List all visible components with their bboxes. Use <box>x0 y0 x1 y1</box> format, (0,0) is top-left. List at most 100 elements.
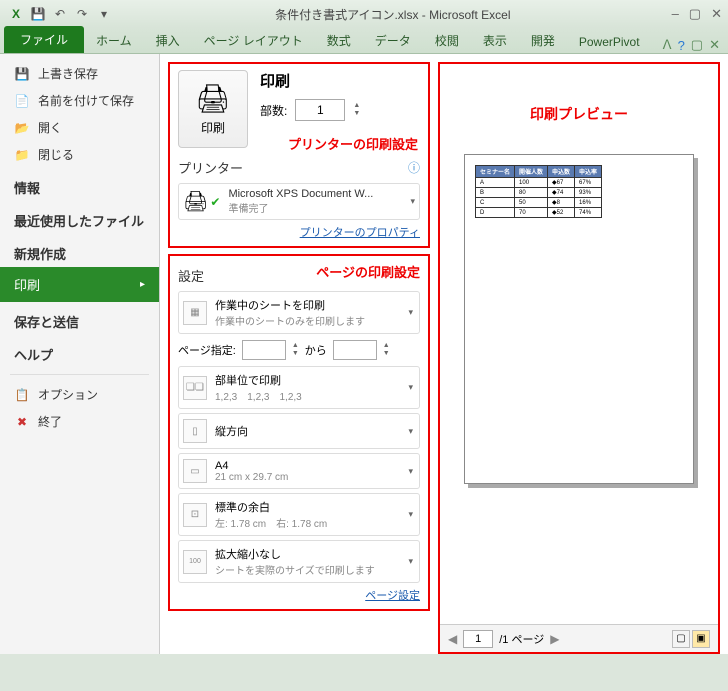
tab-layout[interactable]: ページ レイアウト <box>192 28 315 53</box>
preview-page: セミナー名開催人数申込数申込率 A100◆6767% B80◆7493% C50… <box>464 154 694 484</box>
tab-dev[interactable]: 開発 <box>519 28 567 53</box>
undo-icon[interactable]: ↶ <box>50 4 70 24</box>
backstage: 💾上書き保存 📄名前を付けて保存 📂開く 📁閉じる 情報 最近使用したファイル … <box>0 54 728 654</box>
ribbon-restore-icon[interactable]: ▢ <box>691 37 703 53</box>
nav-options[interactable]: 📋 オプション <box>0 381 159 408</box>
printer-device-icon: 🖨 <box>183 189 208 214</box>
nav-save-label: 上書き保存 <box>38 65 98 82</box>
nav-exit[interactable]: ✖ 終了 <box>0 408 159 435</box>
pages-from-input[interactable] <box>242 340 286 360</box>
maximize-icon[interactable]: ▢ <box>689 6 701 22</box>
setting-print-scope[interactable]: ▦ 作業中のシートを印刷作業中のシートのみを印刷します <box>178 291 420 334</box>
tab-view[interactable]: 表示 <box>471 28 519 53</box>
copies-input[interactable] <box>295 99 345 121</box>
printer-properties-link[interactable]: プリンターのプロパティ <box>178 224 420 240</box>
close-icon[interactable]: ✕ <box>711 6 722 22</box>
nav-close[interactable]: 📁 閉じる <box>0 141 159 168</box>
nav-save[interactable]: 💾 上書き保存 <box>0 60 159 87</box>
setting-margins[interactable]: ⊡ 標準の余白左: 1.78 cm 右: 1.78 cm <box>178 493 420 536</box>
nav-exit-label: 終了 <box>38 413 62 430</box>
nav-open[interactable]: 📂開く <box>0 114 159 141</box>
printer-settings-box: 🖨 印刷 印刷 部数: ▲▼ プリンターの印刷設定 プリンター ⓘ <box>168 62 430 248</box>
printer-selector[interactable]: 🖨 ✔ Microsoft XPS Document W... 準備完了 ▾ <box>178 183 420 220</box>
nav-info[interactable]: 情報 <box>0 168 159 201</box>
setting-margin-title: 標準の余白 <box>215 499 400 515</box>
tab-powerpivot[interactable]: PowerPivot <box>567 31 652 53</box>
save-icon: 💾 <box>14 66 30 82</box>
setting-collate[interactable]: ❏❏ 部単位で印刷1,2,3 1,2,3 1,2,3 <box>178 366 420 409</box>
copies-label: 部数: <box>260 102 287 119</box>
setting-scale-title: 拡大縮小なし <box>215 546 400 562</box>
printer-status: 準備完了 <box>228 200 402 215</box>
pages-from-spinner[interactable]: ▲▼ <box>292 342 299 358</box>
ribbon-minimize-icon[interactable]: ᐱ <box>663 37 672 53</box>
excel-icon: X <box>6 4 26 24</box>
nav-saveas[interactable]: 📄 名前を付けて保存 <box>0 87 159 114</box>
setting-orientation[interactable]: ▯ 縦方向 <box>178 413 420 449</box>
info-icon[interactable]: ⓘ <box>408 159 420 176</box>
pages-to-spinner[interactable]: ▲▼ <box>383 342 390 358</box>
minimize-icon[interactable]: – <box>672 6 679 22</box>
pages-label: ページ指定: <box>178 342 236 358</box>
setting-margin-sub: 左: 1.78 cm 右: 1.78 cm <box>215 515 400 530</box>
backstage-nav: 💾上書き保存 📄名前を付けて保存 📂開く 📁閉じる 情報 最近使用したファイル … <box>0 54 160 654</box>
tab-review[interactable]: 校閲 <box>423 28 471 53</box>
printer-section-title: プリンター ⓘ <box>178 158 420 177</box>
page-setup-link[interactable]: ページ設定 <box>178 587 420 603</box>
copies-spinner[interactable]: ▲▼ <box>353 102 360 118</box>
exit-icon: ✖ <box>14 414 30 430</box>
close-folder-icon: 📁 <box>14 147 30 163</box>
show-margins-button[interactable]: ▢ <box>672 630 690 648</box>
setting-paper-sub: 21 cm x 29.7 cm <box>215 472 400 483</box>
setting-scaling[interactable]: 100 拡大縮小なしシートを実際のサイズで印刷します <box>178 540 420 583</box>
nav-close-label: 閉じる <box>38 146 74 163</box>
nav-help[interactable]: ヘルプ <box>0 335 159 368</box>
scaling-icon: 100 <box>183 550 207 574</box>
redo-icon[interactable]: ↷ <box>72 4 92 24</box>
quick-access-toolbar: X 💾 ↶ ↷ ▾ <box>6 4 114 24</box>
nav-saveas-label: 名前を付けて保存 <box>38 92 134 109</box>
page-number-input[interactable] <box>463 630 493 648</box>
saveas-icon: 📄 <box>14 93 30 109</box>
printer-name: Microsoft XPS Document W... <box>228 188 402 200</box>
nav-recent[interactable]: 最近使用したファイル <box>0 201 159 234</box>
open-icon: 📂 <box>14 120 30 136</box>
sheet-icon: ▦ <box>183 301 207 325</box>
preview-statusbar: ◀ /1 ページ ▶ ▢ ▣ <box>440 624 718 652</box>
printer-section-label: プリンター <box>178 158 243 177</box>
printer-ready-icon: ✔ <box>210 195 220 209</box>
tab-file[interactable]: ファイル <box>4 26 84 53</box>
tab-home[interactable]: ホーム <box>84 28 144 53</box>
qat-more-icon[interactable]: ▾ <box>94 4 114 24</box>
prev-page-button[interactable]: ◀ <box>448 632 457 646</box>
setting-scope-sub: 作業中のシートのみを印刷します <box>215 313 400 328</box>
margins-icon: ⊡ <box>183 503 207 527</box>
nav-print[interactable]: 印刷 <box>0 267 159 302</box>
tab-formulas[interactable]: 数式 <box>315 28 363 53</box>
help-icon[interactable]: ? <box>678 38 685 53</box>
tab-insert[interactable]: 挿入 <box>144 28 192 53</box>
setting-paper-title: A4 <box>215 460 400 472</box>
setting-scope-title: 作業中のシートを印刷 <box>215 297 400 313</box>
nav-print-label: 印刷 <box>14 275 40 294</box>
nav-new[interactable]: 新規作成 <box>0 234 159 267</box>
options-icon: 📋 <box>14 387 30 403</box>
preview-table: セミナー名開催人数申込数申込率 A100◆6767% B80◆7493% C50… <box>475 165 602 218</box>
ribbon-tabs: ファイル ホーム 挿入 ページ レイアウト 数式 データ 校閲 表示 開発 Po… <box>0 28 728 54</box>
tab-data[interactable]: データ <box>363 28 423 53</box>
setting-collate-sub: 1,2,3 1,2,3 1,2,3 <box>215 388 400 403</box>
setting-orient-title: 縦方向 <box>215 423 400 439</box>
zoom-to-page-button[interactable]: ▣ <box>692 630 710 648</box>
window-title: 条件付き書式アイコン.xlsx - Microsoft Excel <box>114 6 672 23</box>
ribbon-close-icon[interactable]: ✕ <box>709 37 720 53</box>
pages-to-input[interactable] <box>333 340 377 360</box>
nav-share[interactable]: 保存と送信 <box>0 302 159 335</box>
nav-options-label: オプション <box>38 386 98 403</box>
print-button[interactable]: 🖨 印刷 <box>178 70 248 148</box>
next-page-button[interactable]: ▶ <box>550 632 559 646</box>
print-heading: 印刷 <box>260 70 420 91</box>
save-icon[interactable]: 💾 <box>28 4 48 24</box>
setting-paper[interactable]: ▭ A421 cm x 29.7 cm <box>178 453 420 489</box>
annotation-preview: 印刷プレビュー <box>530 104 628 124</box>
print-preview-panel: 印刷プレビュー セミナー名開催人数申込数申込率 A100◆6767% B80◆7… <box>438 62 720 654</box>
